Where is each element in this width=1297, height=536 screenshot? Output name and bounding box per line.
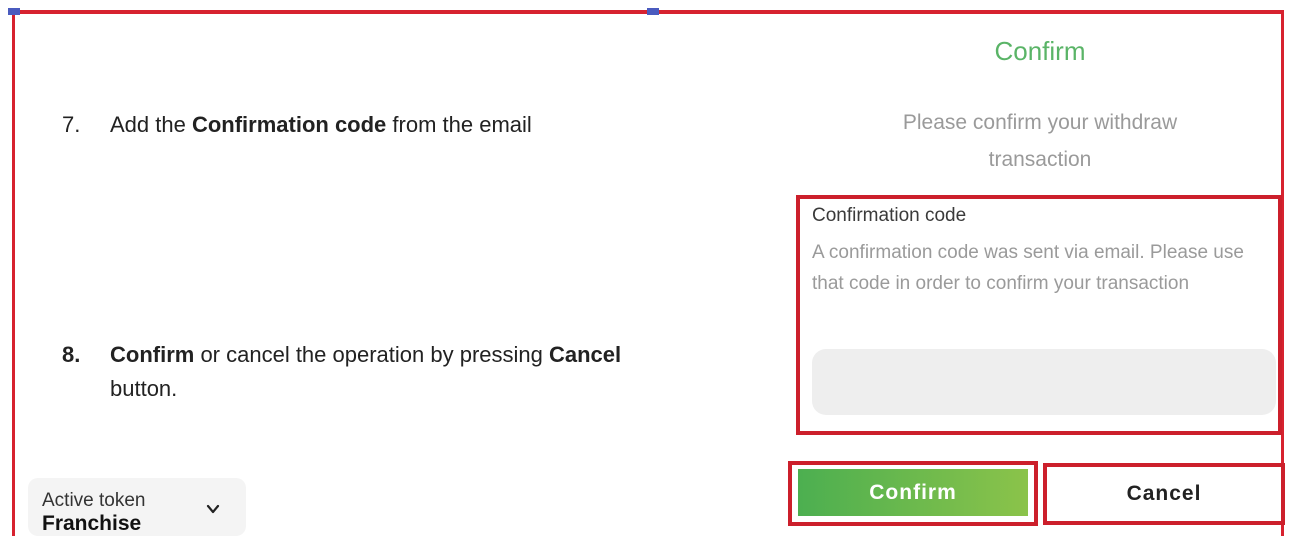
step-number: 8. <box>62 342 81 367</box>
step-7: 7. Add the Confirmation code from the ema… <box>62 108 532 142</box>
step-bold: Cancel <box>548 342 622 367</box>
confirmation-code-section: Confirmation code A confirmation code wa… <box>796 195 1282 435</box>
dialog-subtitle: Please confirm your withdraw transaction <box>902 111 1178 171</box>
step-bold: Confirm <box>110 342 195 367</box>
cancel-button[interactable]: Cancel <box>1047 467 1281 521</box>
step-bold: Confirmation code <box>191 112 387 137</box>
confirmation-code-description: A confirmation code was sent via email. … <box>812 242 1244 294</box>
step-text: or cancel the operation by pressing <box>194 342 549 367</box>
chevron-down-icon[interactable] <box>206 502 220 516</box>
step-text: Add the <box>110 112 192 137</box>
active-token-label: Active token <box>42 490 146 511</box>
confirm-button-highlight: Confirm <box>788 461 1038 526</box>
active-token-selector[interactable]: Active token Franchise <box>28 478 246 536</box>
step-8: 8. Confirm or cancel the operation by pre… <box>62 338 742 406</box>
frame-handle-mid[interactable] <box>647 8 659 15</box>
confirmation-code-input[interactable] <box>812 349 1276 415</box>
step-text: button. <box>110 376 178 401</box>
confirmation-code-label: Confirmation code <box>812 205 967 226</box>
cancel-button-highlight: Cancel <box>1043 463 1285 525</box>
active-token-value: Franchise <box>42 512 142 535</box>
step-number: 7. <box>62 112 81 137</box>
confirm-button[interactable]: Confirm <box>798 469 1028 516</box>
step-text: from the email <box>386 112 532 137</box>
frame-handle-left[interactable] <box>8 8 20 15</box>
dialog-title: Confirm <box>994 36 1086 66</box>
